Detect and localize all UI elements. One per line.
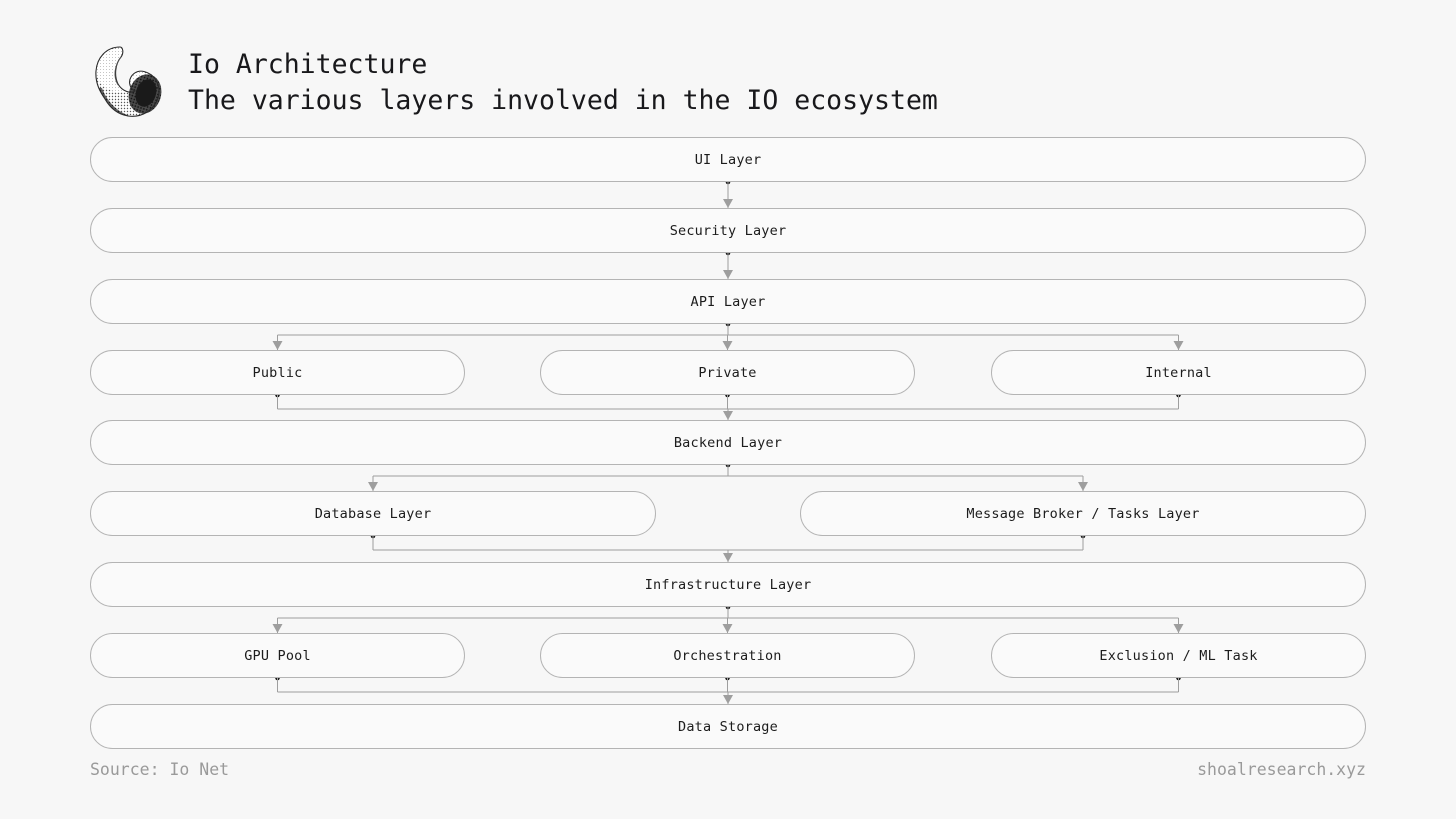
node-broker[interactable]: Message Broker / Tasks Layer [800, 491, 1366, 536]
node-security[interactable]: Security Layer [90, 208, 1366, 253]
node-label: Database Layer [314, 505, 432, 522]
node-label: Infrastructure Layer [644, 576, 812, 593]
node-label: GPU Pool [244, 647, 311, 664]
node-storage[interactable]: Data Storage [90, 704, 1366, 749]
node-exclusion[interactable]: Exclusion / ML Task [991, 633, 1366, 678]
diagram-canvas: Io Architecture The various layers invol… [0, 0, 1456, 819]
node-label: Data Storage [678, 718, 778, 735]
node-gpu[interactable]: GPU Pool [90, 633, 465, 678]
node-label: Security Layer [669, 222, 787, 239]
node-ui[interactable]: UI Layer [90, 137, 1366, 182]
node-label: Internal [1145, 364, 1212, 381]
node-label: UI Layer [694, 151, 762, 168]
node-infra[interactable]: Infrastructure Layer [90, 562, 1366, 607]
node-backend[interactable]: Backend Layer [90, 420, 1366, 465]
node-internal[interactable]: Internal [991, 350, 1366, 395]
node-api[interactable]: API Layer [90, 279, 1366, 324]
node-private[interactable]: Private [540, 350, 915, 395]
node-label: Exclusion / ML Task [1099, 647, 1258, 664]
node-label: API Layer [690, 293, 766, 310]
node-database[interactable]: Database Layer [90, 491, 656, 536]
node-orch[interactable]: Orchestration [540, 633, 915, 678]
node-label: Orchestration [673, 647, 782, 664]
node-public[interactable]: Public [90, 350, 465, 395]
connector-layer [272, 179, 1184, 704]
node-label: Message Broker / Tasks Layer [966, 505, 1200, 522]
source-credit: Source: Io Net [90, 760, 230, 779]
architecture-diagram: UI Layer Security Layer API Layer Public Pri… [0, 0, 1456, 819]
node-label: Private [698, 364, 757, 381]
node-label: Public [252, 364, 303, 381]
node-label: Backend Layer [673, 434, 783, 451]
site-credit: shoalresearch.xyz [1197, 760, 1366, 779]
